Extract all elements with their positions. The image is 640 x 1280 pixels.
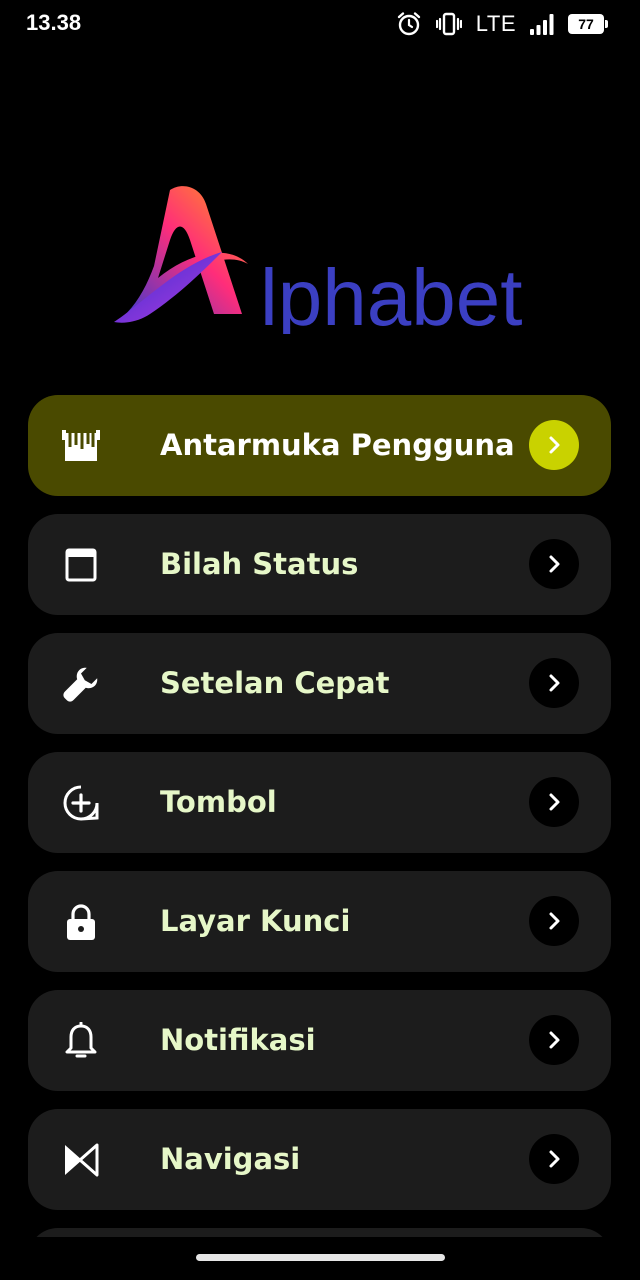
chevron-right-icon (549, 436, 560, 454)
logo-text: lphabet (260, 253, 522, 334)
chevron-right-button[interactable] (529, 658, 579, 708)
chevron-right-icon (549, 1150, 560, 1168)
navigation-icon (62, 1141, 100, 1179)
menu-item-label: Navigasi (160, 1142, 301, 1176)
status-bar-icon (62, 546, 100, 584)
app-screen: 13.38 LTE 77 lphabet Antarmuka Pengguna … (0, 0, 640, 1280)
menu-item-label: Antarmuka Pengguna (160, 428, 515, 462)
battery-level: 77 (578, 16, 594, 32)
battery-tip (605, 20, 608, 28)
status-time: 13.38 (26, 10, 82, 35)
chevron-right-button[interactable] (529, 1134, 579, 1184)
status-icons: LTE 77 (396, 10, 608, 38)
alphabet-logo: lphabet (110, 182, 540, 342)
network-type: LTE (475, 11, 516, 36)
chevron-right-icon (549, 912, 560, 930)
menu-item-label: Setelan Cepat (160, 666, 390, 700)
menu-item-navigation[interactable]: Navigasi (28, 1109, 611, 1210)
chevron-right-button[interactable] (529, 1015, 579, 1065)
chevron-right-icon (549, 674, 560, 692)
chevron-right-icon (549, 793, 560, 811)
wrench-icon (62, 665, 100, 703)
chevron-right-button[interactable] (529, 896, 579, 946)
main-menu: Antarmuka Pengguna Bilah Status Setelan … (28, 395, 611, 1237)
menu-item-buttons[interactable]: Tombol (28, 752, 611, 853)
menu-item-quick-settings[interactable]: Setelan Cepat (28, 633, 611, 734)
chevron-right-icon (549, 555, 560, 573)
chevron-right-button[interactable] (529, 539, 579, 589)
ui-tuner-icon (62, 427, 100, 465)
menu-item-label: Bilah Status (160, 547, 359, 581)
menu-item-label: Tombol (160, 785, 277, 819)
menu-item-label: Notifikasi (160, 1023, 316, 1057)
battery-icon: 77 (568, 14, 608, 34)
home-indicator[interactable] (196, 1254, 445, 1261)
chevron-right-button[interactable] (529, 420, 579, 470)
bell-icon (62, 1022, 100, 1060)
signal-icon (530, 13, 554, 35)
chevron-right-button[interactable] (529, 777, 579, 827)
status-bar: 13.38 LTE 77 (0, 0, 640, 48)
menu-item-label: Layar Kunci (160, 904, 351, 938)
menu-item-next-partial[interactable] (28, 1228, 611, 1237)
alarm-icon (396, 11, 422, 37)
chevron-right-icon (549, 1031, 560, 1049)
menu-item-lock-screen[interactable]: Layar Kunci (28, 871, 611, 972)
menu-item-ui[interactable]: Antarmuka Pengguna (28, 395, 611, 496)
menu-item-notifications[interactable]: Notifikasi (28, 990, 611, 1091)
lock-icon (62, 903, 100, 941)
vibrate-icon (435, 11, 462, 37)
add-button-icon (62, 784, 100, 822)
menu-item-status-bar[interactable]: Bilah Status (28, 514, 611, 615)
